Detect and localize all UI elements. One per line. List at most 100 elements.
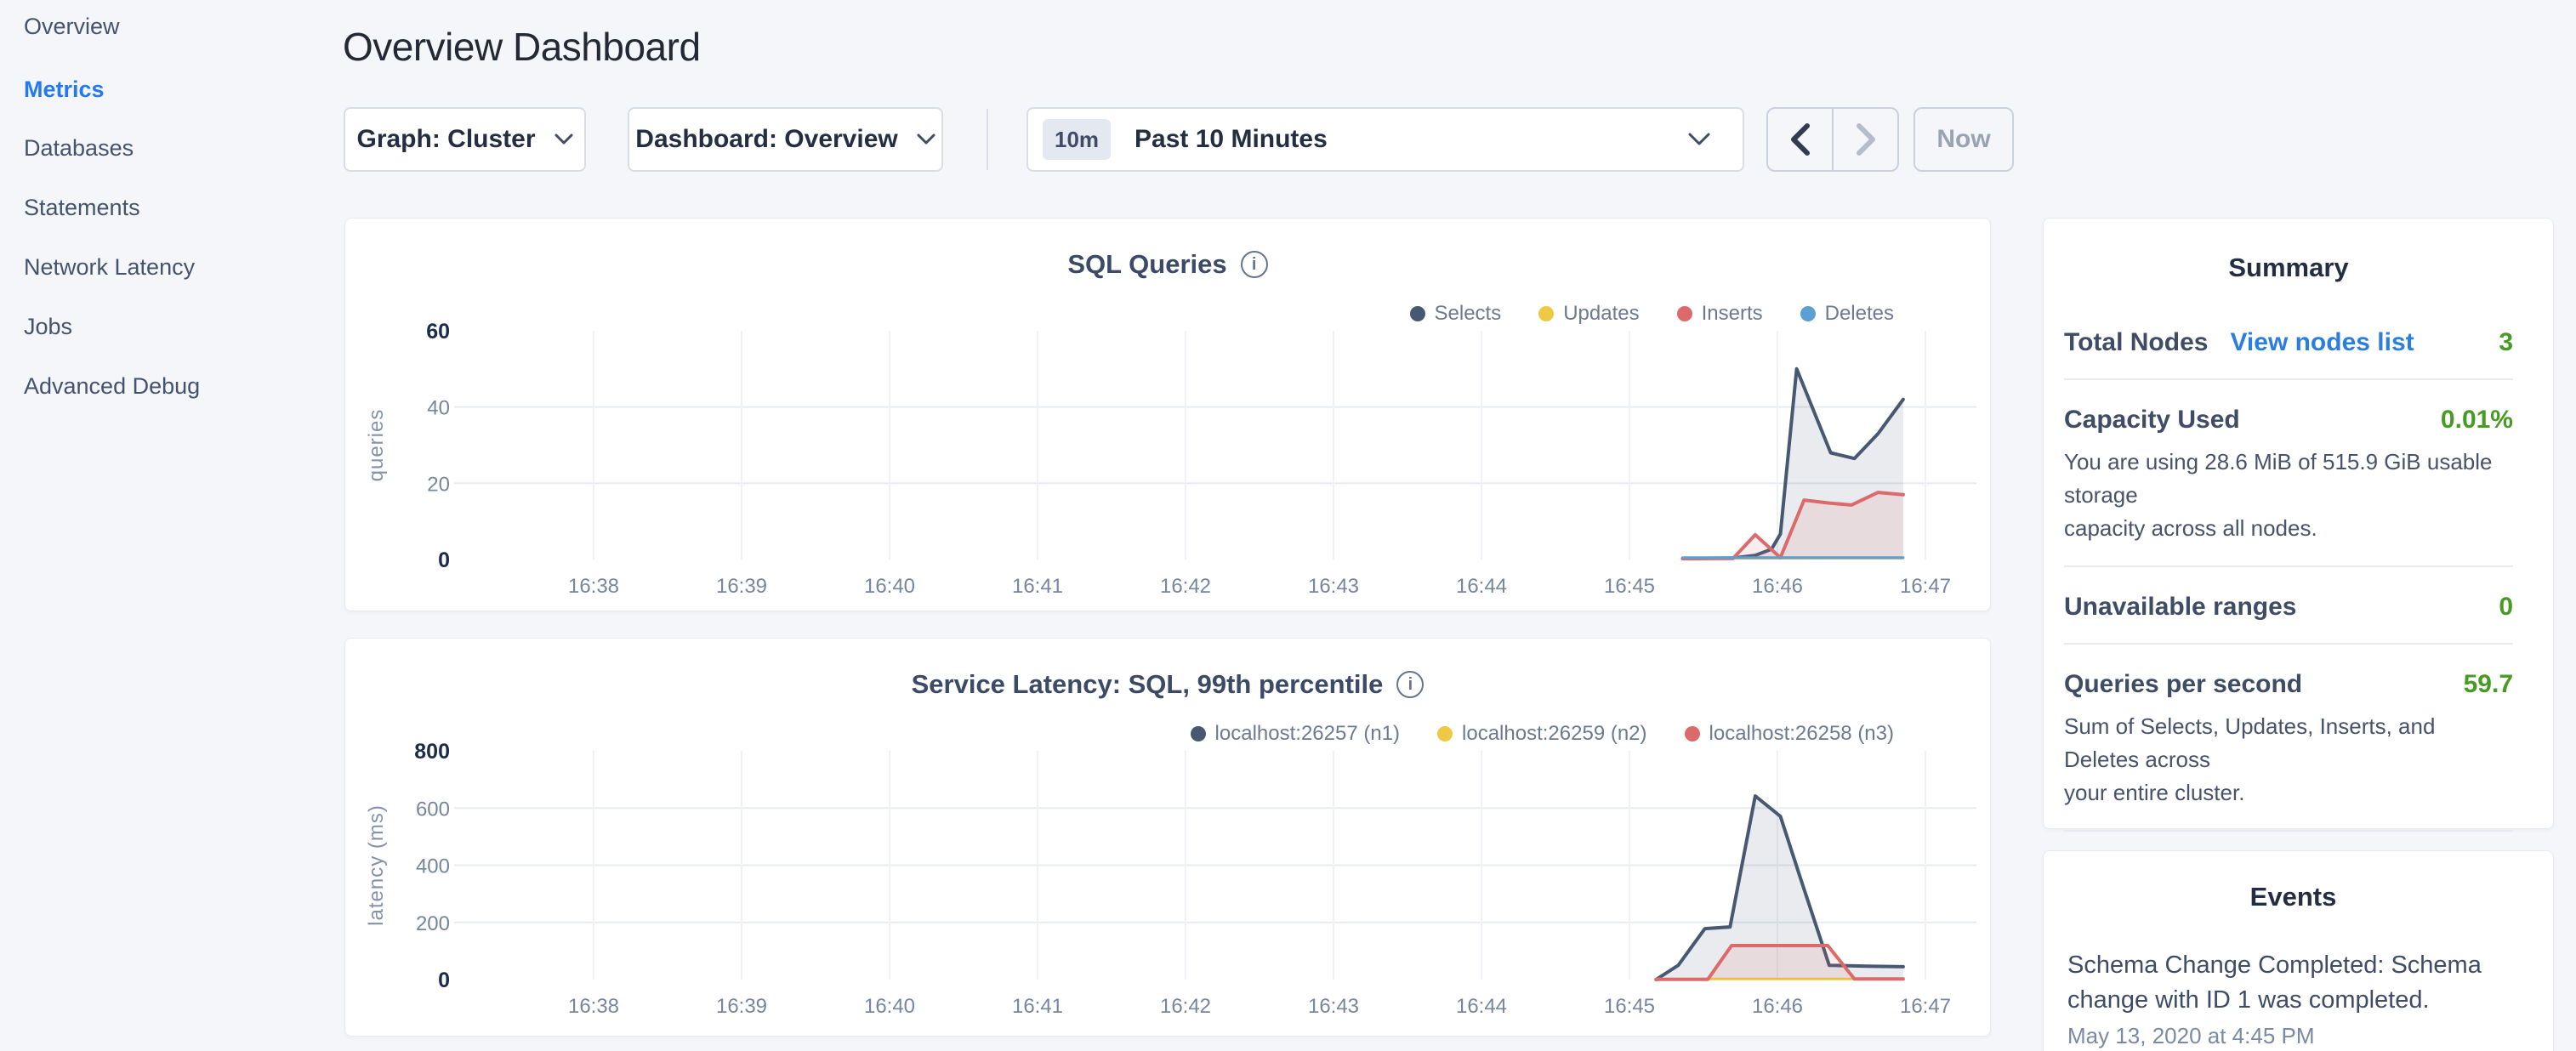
time-range-dropdown[interactable]: 10m Past 10 Minutes	[1026, 107, 1744, 172]
chevron-down-icon	[554, 134, 573, 145]
legend-item-localhost-26259-n2-[interactable]: localhost:26259 (n2)	[1437, 722, 1646, 746]
dashboard-dropdown[interactable]: Dashboard: Overview	[628, 107, 943, 172]
legend-item-inserts[interactable]: Inserts	[1677, 302, 1763, 326]
summary-panel: Summary Total Nodes View nodes list 3 Capac…	[2043, 218, 2554, 829]
sidebar-item-overview[interactable]: Overview	[24, 9, 120, 44]
svg-text:16:40: 16:40	[864, 995, 915, 1018]
svg-text:16:41: 16:41	[1012, 575, 1063, 598]
legend-label: Updates	[1563, 302, 1639, 326]
svg-text:16:47: 16:47	[1900, 995, 1951, 1018]
svg-text:latency (ms): latency (ms)	[365, 804, 388, 926]
now-button-label: Now	[1936, 125, 1990, 154]
summary-title: Summary	[2064, 251, 2513, 285]
chart-legend: localhost:26257 (n1) localhost:26259 (n2)…	[1191, 722, 1894, 746]
legend-dot-icon	[1437, 726, 1453, 741]
time-forward-button[interactable]	[1832, 109, 1897, 170]
svg-text:16:40: 16:40	[864, 575, 915, 598]
svg-text:800: 800	[414, 740, 450, 764]
info-icon[interactable]: i	[1241, 251, 1268, 278]
svg-text:16:43: 16:43	[1308, 995, 1359, 1018]
service-latency-chart-card: 020040060080016:3816:3916:4016:4116:4216…	[344, 638, 1991, 1037]
summary-value: 0	[2499, 592, 2513, 622]
view-nodes-list-link[interactable]: View nodes list	[2230, 327, 2414, 358]
svg-text:16:39: 16:39	[716, 575, 767, 598]
series	[1656, 796, 1903, 980]
divider	[2064, 643, 2513, 645]
controls-divider	[987, 109, 988, 170]
legend-item-selects[interactable]: Selects	[1410, 302, 1502, 326]
now-button[interactable]: Now	[1914, 107, 2014, 172]
info-icon[interactable]: i	[1396, 671, 1424, 698]
legend-label: localhost:26258 (n3)	[1709, 722, 1894, 746]
legend-item-deletes[interactable]: Deletes	[1800, 302, 1894, 326]
svg-text:16:46: 16:46	[1752, 995, 1803, 1018]
divider	[2064, 378, 2513, 380]
svg-text:60: 60	[426, 320, 450, 344]
chevron-down-icon	[1688, 133, 1710, 146]
svg-text:0: 0	[438, 548, 450, 572]
legend-label: Inserts	[1702, 302, 1763, 326]
chevron-right-icon	[1856, 123, 1876, 156]
time-window-badge: 10m	[1043, 119, 1111, 160]
gridlines	[454, 331, 1976, 560]
svg-text:16:38: 16:38	[568, 575, 619, 598]
legend-label: Selects	[1435, 302, 1502, 326]
time-pager	[1766, 107, 1899, 172]
series	[1683, 369, 1903, 560]
legend-dot-icon	[1800, 306, 1816, 321]
legend-dot-icon	[1538, 306, 1554, 321]
svg-text:16:42: 16:42	[1160, 995, 1211, 1018]
svg-text:16:39: 16:39	[716, 995, 767, 1018]
legend-item-localhost-26258-n3-[interactable]: localhost:26258 (n3)	[1685, 722, 1894, 746]
legend-item-updates[interactable]: Updates	[1538, 302, 1639, 326]
svg-text:400: 400	[416, 855, 450, 878]
sql-queries-chart-card: 020406016:3816:3916:4016:4116:4216:4316:…	[344, 218, 1991, 611]
svg-text:16:44: 16:44	[1456, 575, 1507, 598]
sidebar-nav: Overview Metrics Databases Statements Networ…	[0, 0, 336, 1051]
svg-text:40: 40	[427, 397, 450, 420]
summary-row-capacity-used: Capacity Used0.01%	[2064, 405, 2513, 435]
svg-text:16:45: 16:45	[1604, 575, 1655, 598]
sidebar-item-statements[interactable]: Statements	[24, 190, 140, 225]
summary-description: Sum of Selects, Updates, Inserts, and De…	[2064, 710, 2513, 810]
page-title: Overview Dashboard	[343, 24, 701, 70]
chart-title: SQL Queries	[1067, 249, 1226, 280]
summary-value: 3	[2499, 327, 2513, 358]
svg-text:200: 200	[416, 912, 450, 935]
legend-item-localhost-26257-n1-[interactable]: localhost:26257 (n1)	[1191, 722, 1400, 746]
summary-row-unavailable-ranges: Unavailable ranges 0	[2064, 592, 2513, 622]
graph-scope-dropdown[interactable]: Graph: Cluster	[344, 107, 586, 172]
chevron-left-icon	[1790, 123, 1811, 156]
legend-dot-icon	[1685, 726, 1700, 741]
summary-value: 0.01%	[2441, 405, 2513, 435]
svg-text:16:47: 16:47	[1900, 575, 1951, 598]
event-message: Schema Change Completed: Schemachange wi…	[2067, 948, 2519, 1018]
sidebar-item-network-latency[interactable]: Network Latency	[24, 249, 195, 285]
divider	[2064, 565, 2513, 567]
summary-label: Queries per second	[2064, 669, 2302, 700]
svg-text:600: 600	[416, 798, 450, 821]
sidebar-item-jobs[interactable]: Jobs	[24, 309, 72, 344]
event-timestamp: May 13, 2020 at 4:45 PM	[2067, 1023, 2519, 1049]
overview-dashboard-page: { "sidebar": { "items": [ { "label": "Ov…	[0, 0, 2576, 1051]
chevron-down-icon	[917, 134, 935, 145]
svg-text:16:46: 16:46	[1752, 575, 1803, 598]
svg-text:queries: queries	[365, 409, 388, 482]
summary-label: Unavailable ranges	[2064, 592, 2296, 622]
events-title: Events	[2067, 880, 2519, 914]
dashboard-dropdown-label: Dashboard: Overview	[635, 125, 897, 154]
legend-label: localhost:26259 (n2)	[1462, 722, 1646, 746]
axis-labels: 020406016:3816:3916:4016:4116:4216:4316:…	[365, 320, 1951, 598]
chart-title: Service Latency: SQL, 99th percentile	[912, 669, 1384, 700]
time-range-label: Past 10 Minutes	[1134, 125, 1688, 154]
summary-label: Total Nodes	[2064, 327, 2208, 358]
sidebar-item-advanced-debug[interactable]: Advanced Debug	[24, 368, 200, 404]
chart-legend: Selects Updates Inserts Deletes	[1410, 302, 1895, 326]
summary-row-total-nodes: Total Nodes View nodes list 3	[2064, 327, 2513, 358]
sidebar-item-metrics[interactable]: Metrics	[24, 71, 105, 107]
legend-label: Deletes	[1825, 302, 1894, 326]
time-back-button[interactable]	[1768, 109, 1832, 170]
svg-text:16:38: 16:38	[568, 995, 619, 1018]
sidebar-item-databases[interactable]: Databases	[24, 130, 134, 166]
svg-text:20: 20	[427, 473, 450, 496]
